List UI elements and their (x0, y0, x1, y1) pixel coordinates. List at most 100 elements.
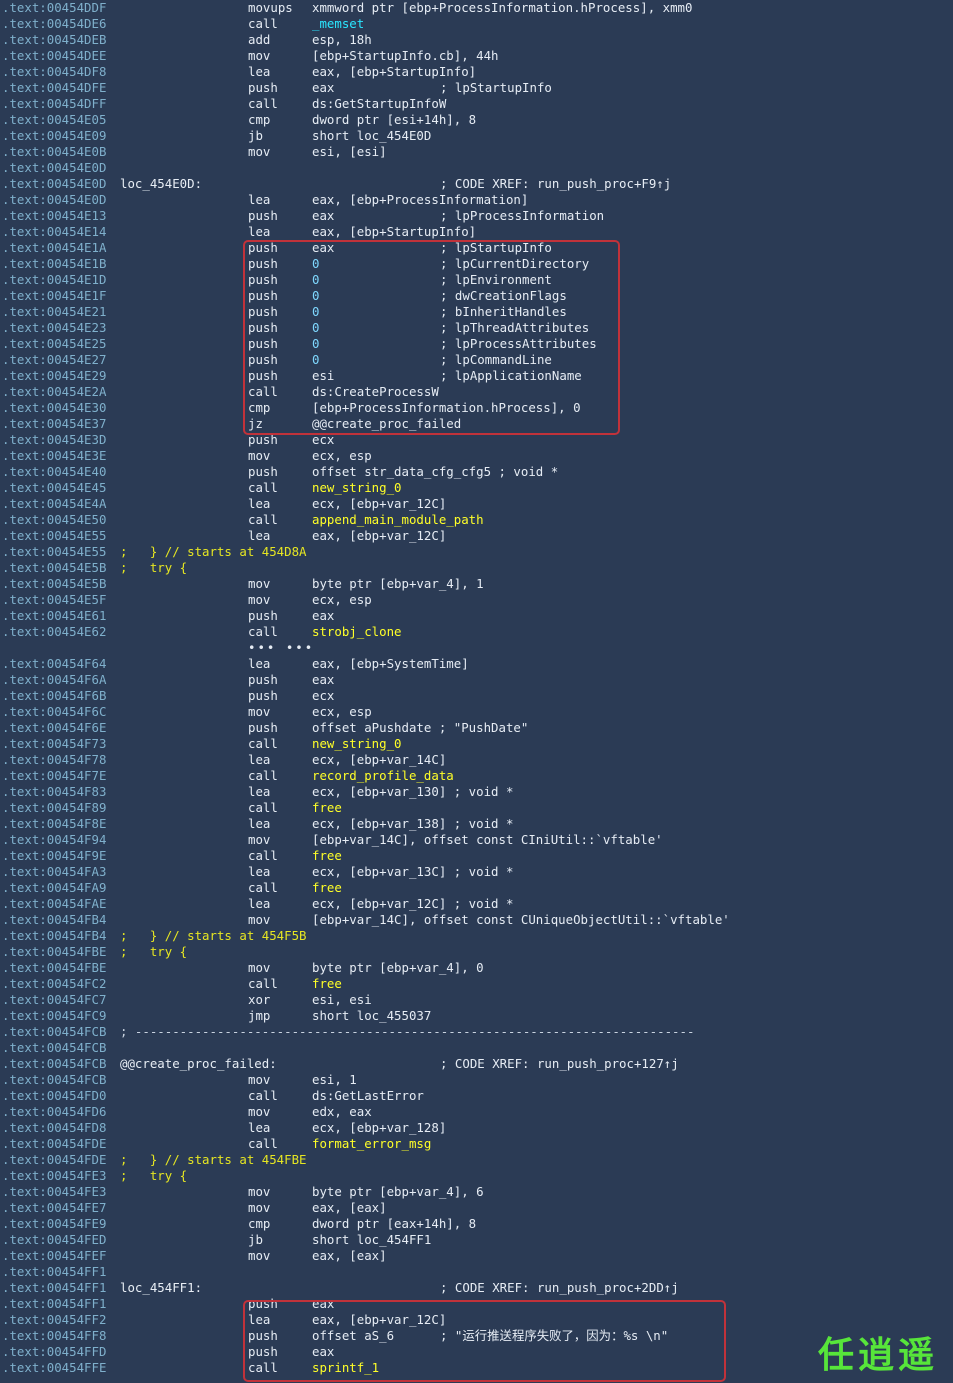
listing-row[interactable]: .text:00454E0D loc_454E0D: ; CODE XREF: ru… (0, 176, 953, 192)
listing-row[interactable]: .text:00454DFE push eax ; lpStartupInfo (0, 80, 953, 96)
listing-row[interactable]: .text:00454FE3 mov byte ptr [ebp+var_4], 6 (0, 1184, 953, 1200)
listing-row[interactable]: .text:00454E5B ; try { (0, 560, 953, 576)
listing-row[interactable]: .text:00454E13 push eax ; lpProcessInformat… (0, 208, 953, 224)
listing-row[interactable]: .text:00454FD6 mov edx, eax (0, 1104, 953, 1120)
listing-row[interactable]: .text:00454FF1 push eax (0, 1296, 953, 1312)
listing-row[interactable]: .text:00454F9E call free (0, 848, 953, 864)
listing-row[interactable]: .text:00454DF8 lea eax, [ebp+StartupInfo] (0, 64, 953, 80)
listing-row[interactable]: .text:00454E27 push 0 ; lpCommandLine (0, 352, 953, 368)
listing-row[interactable]: .text:00454FC7 xor esi, esi (0, 992, 953, 1008)
listing-row[interactable]: .text:00454DFF call ds:GetStartupInfoW (0, 96, 953, 112)
operands: ecx, [ebp+var_130] ; void * (312, 784, 514, 799)
listing-row[interactable]: .text:00454DDF movups xmmword ptr [ebp+Pro… (0, 0, 953, 16)
listing-row[interactable]: .text:00454F6A push eax (0, 672, 953, 688)
listing-row[interactable]: .text:00454F78 lea ecx, [ebp+var_14C] (0, 752, 953, 768)
listing-row[interactable]: .text:00454E3D push ecx (0, 432, 953, 448)
listing-row[interactable]: .text:00454E40 push offset str_data_cfg_cf… (0, 464, 953, 480)
operands: 0 (312, 288, 320, 303)
listing-row[interactable]: .text:00454FA9 call free (0, 880, 953, 896)
listing-row[interactable]: .text:00454E5F mov ecx, esp (0, 592, 953, 608)
listing-row[interactable]: .text:00454E09 jb short loc_454E0D (0, 128, 953, 144)
listing-row[interactable]: .text:00454FF1 loc_454FF1: ; CODE XREF: ru… (0, 1280, 953, 1296)
listing-row[interactable]: .text:00454E61 push eax (0, 608, 953, 624)
listing-row[interactable]: .text:00454F6C mov ecx, esp (0, 704, 953, 720)
listing-row[interactable]: .text:00454FC2 call free (0, 976, 953, 992)
listing-row[interactable]: .text:00454FBE ; try { (0, 944, 953, 960)
operands: 0 (312, 272, 320, 287)
listing-row[interactable]: .text:00454F73 call new_string_0 (0, 736, 953, 752)
listing-row[interactable]: .text:00454E3E mov ecx, esp (0, 448, 953, 464)
listing-row[interactable]: .text:00454FEF mov eax, [eax] (0, 1248, 953, 1264)
listing-row[interactable]: .text:00454FD0 call ds:GetLastError (0, 1088, 953, 1104)
listing-row[interactable]: .text:00454E2A call ds:CreateProcessW (0, 384, 953, 400)
listing-row[interactable]: .text:00454E62 call strobj_clone (0, 624, 953, 640)
listing-row[interactable]: .text:00454FD8 lea ecx, [ebp+var_128] (0, 1120, 953, 1136)
line-address: .text:00454E09 (2, 128, 107, 143)
mnemonic: push (248, 1344, 278, 1359)
listing-row[interactable]: .text:00454E23 push 0 ; lpThreadAttributes (0, 320, 953, 336)
listing-row[interactable]: .text:00454FF8 push offset aS_6 ; "运行推送程序失败… (0, 1328, 953, 1344)
listing-row[interactable]: .text:00454E4A lea ecx, [ebp+var_12C] (0, 496, 953, 512)
listing-row[interactable]: .text:00454FC9 jmp short loc_455037 (0, 1008, 953, 1024)
operands: ds:GetLastError (312, 1088, 424, 1103)
listing-row[interactable]: .text:00454FAE lea ecx, [ebp+var_12C] ; vo… (0, 896, 953, 912)
listing-row[interactable]: .text:00454F94 mov [ebp+var_14C], offset c… (0, 832, 953, 848)
line-address: .text:00454FAE (2, 896, 107, 911)
listing-row[interactable]: .text:00454FE7 mov eax, [eax] (0, 1200, 953, 1216)
listing-row[interactable]: .text:00454E37 jz @@create_proc_failed (0, 416, 953, 432)
listing-row[interactable]: .text:00454FBE mov byte ptr [ebp+var_4], 0 (0, 960, 953, 976)
line-address: .text:00454E2A (2, 384, 107, 399)
listing-row[interactable]: .text:00454F83 lea ecx, [ebp+var_130] ; vo… (0, 784, 953, 800)
mnemonic: push (248, 608, 278, 623)
listing-row[interactable]: .text:00454F8E lea ecx, [ebp+var_138] ; vo… (0, 816, 953, 832)
listing-row[interactable]: .text:00454E5B mov byte ptr [ebp+var_4], 1 (0, 576, 953, 592)
listing-row[interactable]: .text:00454FA3 lea ecx, [ebp+var_13C] ; vo… (0, 864, 953, 880)
listing-row[interactable]: .text:00454E1A push eax ; lpStartupInfo (0, 240, 953, 256)
listing-row[interactable]: .text:00454FB4 mov [ebp+var_14C], offset c… (0, 912, 953, 928)
listing-row[interactable]: .text:00454F6E push offset aPushdate ; "Pu… (0, 720, 953, 736)
listing-row[interactable]: .text:00454E30 cmp [ebp+ProcessInformation… (0, 400, 953, 416)
listing-row[interactable]: .text:00454E14 lea eax, [ebp+StartupInfo] (0, 224, 953, 240)
listing-row[interactable]: .text:00454FE9 cmp dword ptr [eax+14h], 8 (0, 1216, 953, 1232)
listing-row[interactable]: .text:00454E1D push 0 ; lpEnvironment (0, 272, 953, 288)
comment: ; lpStartupInfo (440, 80, 552, 95)
listing-row[interactable]: .text:00454E21 push 0 ; bInheritHandles (0, 304, 953, 320)
listing-row[interactable]: .text:00454E25 push 0 ; lpProcessAttributes (0, 336, 953, 352)
line-address: .text:00454E50 (2, 512, 107, 527)
listing-row[interactable]: .text:00454FFD push eax (0, 1344, 953, 1360)
listing-row[interactable]: .text:00454FDE ; } // starts at 454FBE (0, 1152, 953, 1168)
listing-row[interactable]: .text:00454F89 call free (0, 800, 953, 816)
listing-row[interactable]: .text:00454E1B push 0 ; lpCurrentDirectory (0, 256, 953, 272)
listing-row[interactable]: .text:00454FED jb short loc_454FF1 (0, 1232, 953, 1248)
listing-row[interactable]: .text:00454FCB mov esi, 1 (0, 1072, 953, 1088)
listing-row[interactable]: .text:00454FFE call sprintf_1 (0, 1360, 953, 1376)
listing-row[interactable]: .text:00454F6B push ecx (0, 688, 953, 704)
listing-row[interactable]: .text:00454E0D lea eax, [ebp+ProcessInform… (0, 192, 953, 208)
operands: xmmword ptr [ebp+ProcessInformation.hPro… (312, 0, 693, 15)
listing-row[interactable]: .text:00454DE6 call _memset (0, 16, 953, 32)
listing-row[interactable]: .text:00454E29 push esi ; lpApplicationName (0, 368, 953, 384)
listing-row[interactable]: .text:00454FCB @@create_proc_failed: ; COD… (0, 1056, 953, 1072)
listing-row[interactable]: .text:00454FDE call format_error_msg (0, 1136, 953, 1152)
listing-row[interactable]: .text:00454FF1 (0, 1264, 953, 1280)
listing-row[interactable]: .text:00454E50 call append_main_module_pat… (0, 512, 953, 528)
listing-row[interactable]: .text:00454E1F push 0 ; dwCreationFlags (0, 288, 953, 304)
listing-row[interactable]: .text:00454DEE mov [ebp+StartupInfo.cb], 4… (0, 48, 953, 64)
listing-row[interactable]: .text:00454FF2 lea eax, [ebp+var_12C] (0, 1312, 953, 1328)
disassembly-listing[interactable]: .text:00454DDF movups xmmword ptr [ebp+Pro… (0, 0, 953, 1383)
listing-row[interactable]: .text:00454E55 lea eax, [ebp+var_12C] (0, 528, 953, 544)
comment: ; lpApplicationName (440, 368, 582, 383)
listing-row[interactable]: .text:00454FB4 ; } // starts at 454F5B (0, 928, 953, 944)
listing-row[interactable]: ••• ••• (0, 640, 953, 656)
listing-row[interactable]: .text:00454F7E call record_profile_data (0, 768, 953, 784)
listing-row[interactable]: .text:00454E55 ; } // starts at 454D8A (0, 544, 953, 560)
listing-row[interactable]: .text:00454E0D (0, 160, 953, 176)
listing-row[interactable]: .text:00454E45 call new_string_0 (0, 480, 953, 496)
listing-row[interactable]: .text:00454E05 cmp dword ptr [esi+14h], 8 (0, 112, 953, 128)
listing-row[interactable]: .text:00454FCB ; ------------------------… (0, 1024, 953, 1040)
listing-row[interactable]: .text:00454E0B mov esi, [esi] (0, 144, 953, 160)
listing-row[interactable]: .text:00454DEB add esp, 18h (0, 32, 953, 48)
listing-row[interactable]: .text:00454FE3 ; try { (0, 1168, 953, 1184)
listing-row[interactable]: .text:00454F64 lea eax, [ebp+SystemTime] (0, 656, 953, 672)
listing-row[interactable]: .text:00454FCB (0, 1040, 953, 1056)
